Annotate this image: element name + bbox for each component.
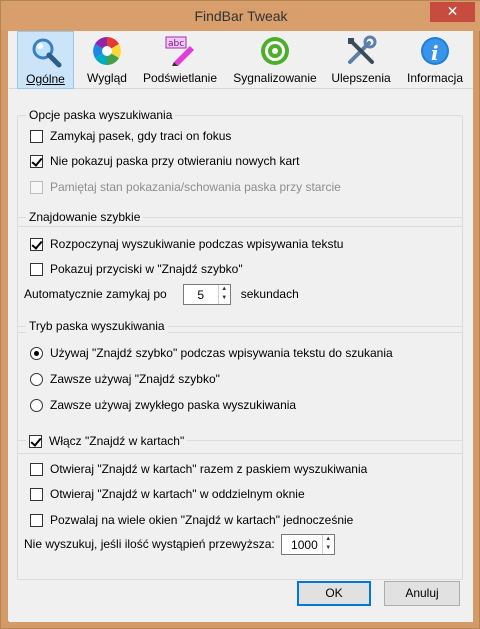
close-button[interactable]: ✕: [430, 2, 475, 22]
open-with-findbar-label: Otwieraj "Znajdź w kartach" razem z pask…: [50, 462, 368, 476]
remember-state-option: Pamiętaj stan pokazania/schowania paska …: [30, 178, 341, 196]
limit-up-icon[interactable]: ▲: [323, 535, 334, 545]
findbar-mode-legend: Tryb paska wyszukiwania: [26, 319, 168, 333]
start-on-typing-option[interactable]: Rozpoczynaj wyszukiwanie podczas wpisywa…: [30, 235, 343, 253]
mode-radio-quickfind-typing[interactable]: [30, 346, 43, 360]
close-on-blur-option[interactable]: Zamykaj pasek, gdy traci on fokus: [30, 127, 231, 145]
limit-label: Nie wyszukuj, jeśli ilość wystąpień prze…: [24, 537, 275, 551]
findbar-tweak-window: FindBar Tweak ✕ Ogólne Wygląd abc Podświ…: [0, 0, 480, 629]
limit-stepper[interactable]: 1000 ▲ ▼: [280, 533, 335, 555]
stepper-down-icon[interactable]: ▼: [219, 294, 230, 304]
tab-signaling[interactable]: Sygnalizowanie: [229, 31, 321, 89]
open-in-window-checkbox[interactable]: [30, 487, 43, 501]
svg-text:abc: abc: [168, 39, 184, 49]
show-buttons-checkbox[interactable]: [30, 262, 43, 276]
tab-highlighting-label: Podświetlanie: [142, 71, 218, 85]
category-toolbar: Ogólne Wygląd abc Podświetlanie Sygnaliz…: [9, 31, 473, 89]
tab-appearance-label: Wygląd: [87, 71, 127, 85]
color-wheel-icon: [93, 37, 121, 65]
tools-icon: [348, 35, 377, 64]
autoclose-label: Automatycznie zamykaj po: [24, 287, 167, 301]
window-title: FindBar Tweak: [194, 8, 288, 24]
start-on-typing-label: Rozpoczynaj wyszukiwanie podczas wpisywa…: [50, 237, 344, 251]
limit-down-icon[interactable]: ▼: [323, 544, 334, 554]
hide-on-new-tab-checkbox[interactable]: [30, 154, 43, 168]
magnifier-icon: [32, 38, 61, 68]
quickfind-legend: Znajdowanie szybkie: [26, 210, 144, 224]
tab-information-label: Informacja: [406, 71, 464, 85]
tab-general-label: Ogólne: [26, 72, 65, 86]
cancel-button[interactable]: Anuluj: [384, 581, 460, 606]
limit-value[interactable]: 1000: [282, 535, 322, 554]
tab-highlighting[interactable]: abc Podświetlanie: [140, 31, 220, 89]
mode-label-always-quickfind: Zawsze używaj "Znajdź szybko": [50, 372, 220, 386]
tab-signaling-label: Sygnalizowanie: [233, 71, 317, 85]
autoclose-stepper[interactable]: 5 ▲ ▼: [182, 283, 231, 305]
find-in-tabs-label: Włącz "Znajdź w kartach": [49, 434, 185, 448]
svg-text:i: i: [431, 41, 439, 65]
highlighter-icon: abc: [165, 36, 194, 66]
limit-row: Nie wyszukuj, jeśli ilość wystąpień prze…: [24, 532, 341, 556]
title-bar[interactable]: FindBar Tweak ✕: [1, 1, 480, 31]
remember-state-label: Pamiętaj stan pokazania/schowania paska …: [50, 180, 341, 194]
stepper-up-icon[interactable]: ▲: [219, 285, 230, 295]
open-with-findbar-option[interactable]: Otwieraj "Znajdź w kartach" razem z pask…: [30, 460, 367, 478]
hide-on-new-tab-label: Nie pokazuj paska przy otwieraniu nowych…: [50, 154, 300, 168]
autoclose-row: Automatycznie zamykaj po 5 ▲ ▼ sekundach: [24, 282, 299, 306]
stepper-arrows[interactable]: ▲ ▼: [217, 284, 230, 304]
mode-label-quickfind-typing: Używaj "Znajdź szybko" podczas wpisywani…: [50, 346, 393, 360]
tab-tweaks[interactable]: Ulepszenia: [327, 31, 395, 89]
tab-tweaks-label: Ulepszenia: [331, 71, 391, 85]
show-buttons-option[interactable]: Pokazuj przyciski w "Znajdź szybko": [30, 260, 243, 278]
autoclose-unit: sekundach: [240, 287, 299, 301]
mode-radio-always-findbar[interactable]: [30, 398, 43, 412]
find-in-tabs-checkbox[interactable]: [29, 434, 42, 448]
target-icon: [261, 37, 289, 65]
mode-option-always-quickfind[interactable]: Zawsze używaj "Znajdź szybko": [30, 370, 220, 388]
autoclose-value[interactable]: 5: [184, 285, 218, 304]
close-on-blur-label: Zamykaj pasek, gdy traci on fokus: [50, 129, 232, 143]
find-in-tabs-toggle[interactable]: Włącz "Znajdź w kartach": [26, 432, 188, 450]
dialog-client: Ogólne Wygląd abc Podświetlanie Sygnaliz…: [9, 31, 473, 622]
hide-on-new-tab-option[interactable]: Nie pokazuj paska przy otwieraniu nowych…: [30, 152, 299, 170]
limit-stepper-arrows[interactable]: ▲ ▼: [321, 534, 334, 554]
open-in-window-label: Otwieraj "Znajdź w kartach" w oddzielnym…: [50, 487, 305, 501]
multiple-windows-option[interactable]: Pozwalaj na wiele okien "Znajdź w kartac…: [30, 511, 353, 529]
open-in-window-option[interactable]: Otwieraj "Znajdź w kartach" w oddzielnym…: [30, 485, 305, 503]
find-in-tabs-group: Włącz "Znajdź w kartach" Otwieraj "Znajd…: [17, 432, 463, 580]
show-buttons-label: Pokazuj przyciski w "Znajdź szybko": [50, 262, 243, 276]
tab-general[interactable]: Ogólne: [17, 31, 74, 89]
mode-option-always-findbar[interactable]: Zawsze używaj zwykłego paska wyszukiwani…: [30, 396, 296, 414]
close-on-blur-checkbox[interactable]: [30, 129, 43, 143]
tab-information[interactable]: i Informacja: [403, 31, 467, 89]
open-with-findbar-checkbox[interactable]: [30, 462, 43, 476]
remember-state-checkbox: [30, 180, 43, 194]
mode-label-always-findbar: Zawsze używaj zwykłego paska wyszukiwani…: [50, 398, 297, 412]
ok-button[interactable]: OK: [297, 581, 371, 606]
mode-option-quickfind-typing[interactable]: Używaj "Znajdź szybko" podczas wpisywani…: [30, 344, 393, 362]
info-icon: i: [421, 37, 449, 65]
mode-radio-always-quickfind[interactable]: [30, 372, 43, 386]
tab-appearance[interactable]: Wygląd: [77, 31, 137, 89]
start-on-typing-checkbox[interactable]: [30, 237, 43, 251]
multiple-windows-checkbox[interactable]: [30, 513, 43, 527]
multiple-windows-label: Pozwalaj na wiele okien "Znajdź w kartac…: [50, 513, 354, 527]
findbar-options-legend: Opcje paska wyszukiwania: [26, 108, 176, 122]
quickfind-group: Znajdowanie szybkie Rozpoczynaj wyszukiw…: [17, 210, 463, 333]
